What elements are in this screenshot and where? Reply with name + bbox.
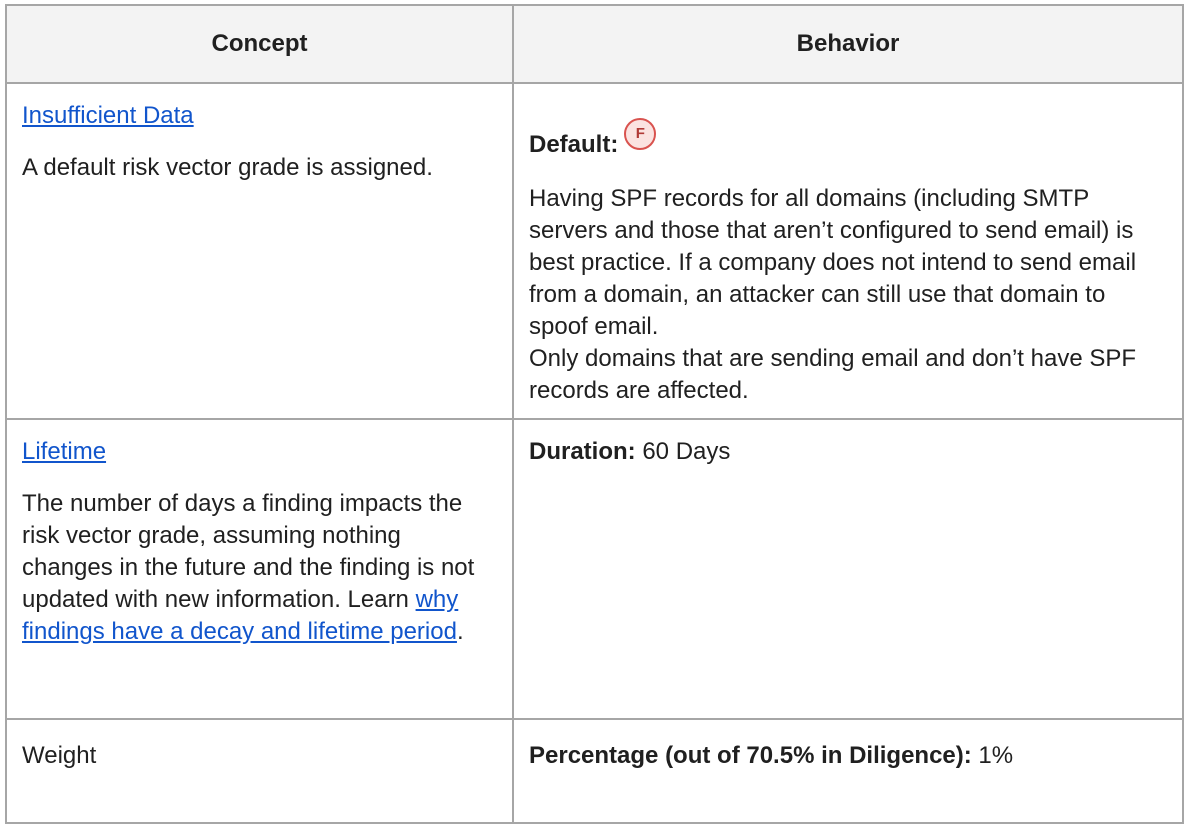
- duration-label: Duration:: [529, 438, 636, 465]
- spf-affected-note: Only domains that are sending email and …: [529, 345, 1137, 404]
- concept-cell-lifetime: Lifetime The number of days a finding im…: [5, 418, 514, 720]
- percentage-line: Percentage (out of 70.5% in Diligence): …: [529, 740, 1167, 772]
- header-behavior: Behavior: [512, 4, 1184, 84]
- concept-cell-insufficient-data: Insufficient Data A default risk vector …: [5, 82, 514, 420]
- behavior-cell-insufficient-data: Default: F Having SPF records for all dom…: [512, 82, 1184, 420]
- lifetime-description-text: The number of days a finding impacts the…: [22, 490, 475, 613]
- default-label: Default:: [529, 131, 619, 158]
- table-row-insufficient-data: Insufficient Data A default risk vector …: [5, 82, 1184, 420]
- table-row-lifetime: Lifetime The number of days a finding im…: [5, 418, 1184, 720]
- header-concept: Concept: [5, 4, 514, 84]
- default-grade-line: Default: F: [529, 118, 1167, 161]
- behavior-cell-lifetime: Duration: 60 Days: [512, 418, 1184, 720]
- table-header-row: Concept Behavior: [5, 4, 1184, 84]
- behavior-cell-weight: Percentage (out of 70.5% in Diligence): …: [512, 718, 1184, 824]
- percentage-label: Percentage (out of 70.5% in Diligence):: [529, 742, 972, 769]
- grade-f-badge-icon: F: [624, 118, 657, 150]
- lifetime-description-end: .: [456, 618, 464, 645]
- lifetime-description: The number of days a finding impacts the…: [22, 488, 497, 648]
- concept-cell-weight: Weight: [5, 718, 514, 824]
- insufficient-data-link[interactable]: Insufficient Data: [22, 102, 194, 129]
- spf-description: Having SPF records for all domains (incl…: [529, 185, 1137, 340]
- percentage-value: 1%: [971, 742, 1014, 769]
- duration-line: Duration: 60 Days: [529, 436, 1167, 468]
- table-row-weight: Weight Percentage (out of 70.5% in Dilig…: [5, 718, 1184, 824]
- duration-value: 60 Days: [635, 438, 731, 465]
- lifetime-link[interactable]: Lifetime: [22, 438, 106, 465]
- insufficient-data-description: A default risk vector grade is assigned.: [22, 154, 433, 181]
- risk-vector-table: Concept Behavior Insufficient Data A def…: [5, 4, 1184, 824]
